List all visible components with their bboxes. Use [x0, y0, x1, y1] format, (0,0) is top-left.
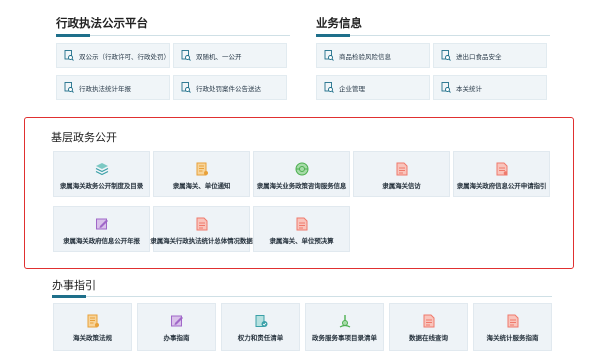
link-local-statistics[interactable]: 本关统计	[433, 75, 547, 100]
tile-petition[interactable]: 隶属海关信访	[353, 151, 450, 197]
link-label: 企业管理	[339, 84, 365, 93]
link-label: 双公示（行政许可、行政处罚）	[79, 52, 170, 61]
consult-service-icon	[295, 161, 309, 176]
tile-label: 隶属海关政府信息公开年报	[63, 237, 140, 245]
document-search-icon	[324, 50, 334, 61]
tile-service-catalog[interactable]: 政务服务事项目录清单	[305, 303, 384, 351]
link-double-random[interactable]: 双随机、一公开	[173, 43, 287, 68]
section-underline	[56, 34, 290, 37]
budget-document-icon	[295, 216, 309, 231]
section-title-law-enforcement: 行政执法公示平台	[56, 16, 148, 30]
rights-checklist-icon	[254, 313, 268, 327]
tile-unit-notices[interactable]: 隶属海关、单位通知	[153, 151, 250, 197]
document-search-icon	[441, 82, 451, 93]
notice-document-icon	[195, 161, 209, 176]
section-title-business-info: 业务信息	[316, 16, 362, 30]
tile-open-system-catalog[interactable]: 隶属海关政务公开制度及目录	[53, 151, 150, 197]
service-catalog-icon	[338, 313, 352, 328]
link-double-publicity[interactable]: 双公示（行政许可、行政处罚）	[56, 43, 170, 68]
tile-label: 权力和责任清单	[237, 334, 284, 342]
link-enterprise-management[interactable]: 企业管理	[316, 75, 430, 100]
tile-rights-responsibility-list[interactable]: 权力和责任清单	[221, 303, 300, 351]
link-label: 双随机、一公开	[196, 52, 242, 61]
stack-layers-icon	[95, 161, 109, 176]
tile-label: 政务服务事项目录清单	[312, 334, 377, 342]
tile-annual-report[interactable]: 隶属海关政府信息公开年报	[53, 206, 150, 252]
link-penalty-notice[interactable]: 行政处罚案件公告送达	[173, 75, 287, 100]
document-search-icon	[181, 82, 191, 93]
tile-customs-policy[interactable]: 海关政策法规	[53, 303, 132, 351]
section-title-service-guide: 办事指引	[52, 279, 96, 292]
tile-statistics-guide[interactable]: 海关统计服务指南	[473, 303, 552, 351]
document-search-icon	[64, 82, 74, 93]
tile-label: 隶属海关信访	[382, 182, 421, 190]
section-underline	[316, 34, 550, 37]
tile-label: 办事指南	[163, 334, 190, 342]
document-search-icon	[64, 50, 74, 61]
application-document-icon	[495, 161, 509, 176]
link-label: 进出口食品安全	[456, 52, 502, 61]
link-label: 行政执法统计年报	[79, 84, 131, 93]
link-inspection-risk[interactable]: 商品检验风险信息	[316, 43, 430, 68]
tile-service-guide[interactable]: 办事指南	[137, 303, 216, 351]
document-search-icon	[441, 50, 451, 61]
section-underline	[52, 295, 552, 298]
tile-label: 隶属海关政务公开制度及目录	[59, 182, 144, 190]
petition-document-icon	[395, 161, 409, 176]
section-title-grassroots: 基层政务公开	[51, 131, 117, 144]
tile-data-online-query[interactable]: 数据在线查询	[389, 303, 468, 351]
tile-label: 海关统计服务指南	[486, 334, 539, 342]
document-search-icon	[181, 50, 191, 61]
tile-label: 隶属海关、单位通知	[172, 182, 231, 190]
tile-enforcement-statistics[interactable]: 隶属海关行政执法统计总体情况数据	[150, 206, 253, 252]
tile-label: 隶属海关业务政策咨询服务信息	[256, 182, 347, 190]
tile-label: 数据在线查询	[409, 334, 448, 342]
tile-label: 隶属海关行政执法统计总体情况数据	[150, 237, 253, 245]
policy-document-icon	[86, 313, 100, 328]
edit-report-icon	[95, 216, 109, 230]
data-query-icon	[422, 313, 436, 328]
tile-label: 海关政策法规	[73, 334, 112, 342]
tile-policy-consulting[interactable]: 隶属海关业务政策咨询服务信息	[253, 151, 350, 197]
link-label: 本关统计	[456, 84, 482, 93]
link-label: 商品检验风险信息	[339, 52, 391, 61]
tile-label: 隶属海关政府信息公开申请指引	[456, 182, 547, 190]
link-label: 行政处罚案件公告送达	[196, 84, 261, 93]
statistics-document-icon	[195, 216, 209, 231]
guide-edit-icon	[170, 313, 184, 327]
link-annual-statistics[interactable]: 行政执法统计年报	[56, 75, 170, 100]
document-search-icon	[324, 82, 334, 93]
link-food-safety[interactable]: 进出口食品安全	[433, 43, 547, 68]
statistics-guide-icon	[506, 313, 520, 328]
tile-info-request-guide[interactable]: 隶属海关政府信息公开申请指引	[453, 151, 550, 197]
tile-budget-accounts[interactable]: 隶属海关、单位预决算	[253, 206, 350, 252]
tile-label: 隶属海关、单位预决算	[269, 237, 334, 245]
